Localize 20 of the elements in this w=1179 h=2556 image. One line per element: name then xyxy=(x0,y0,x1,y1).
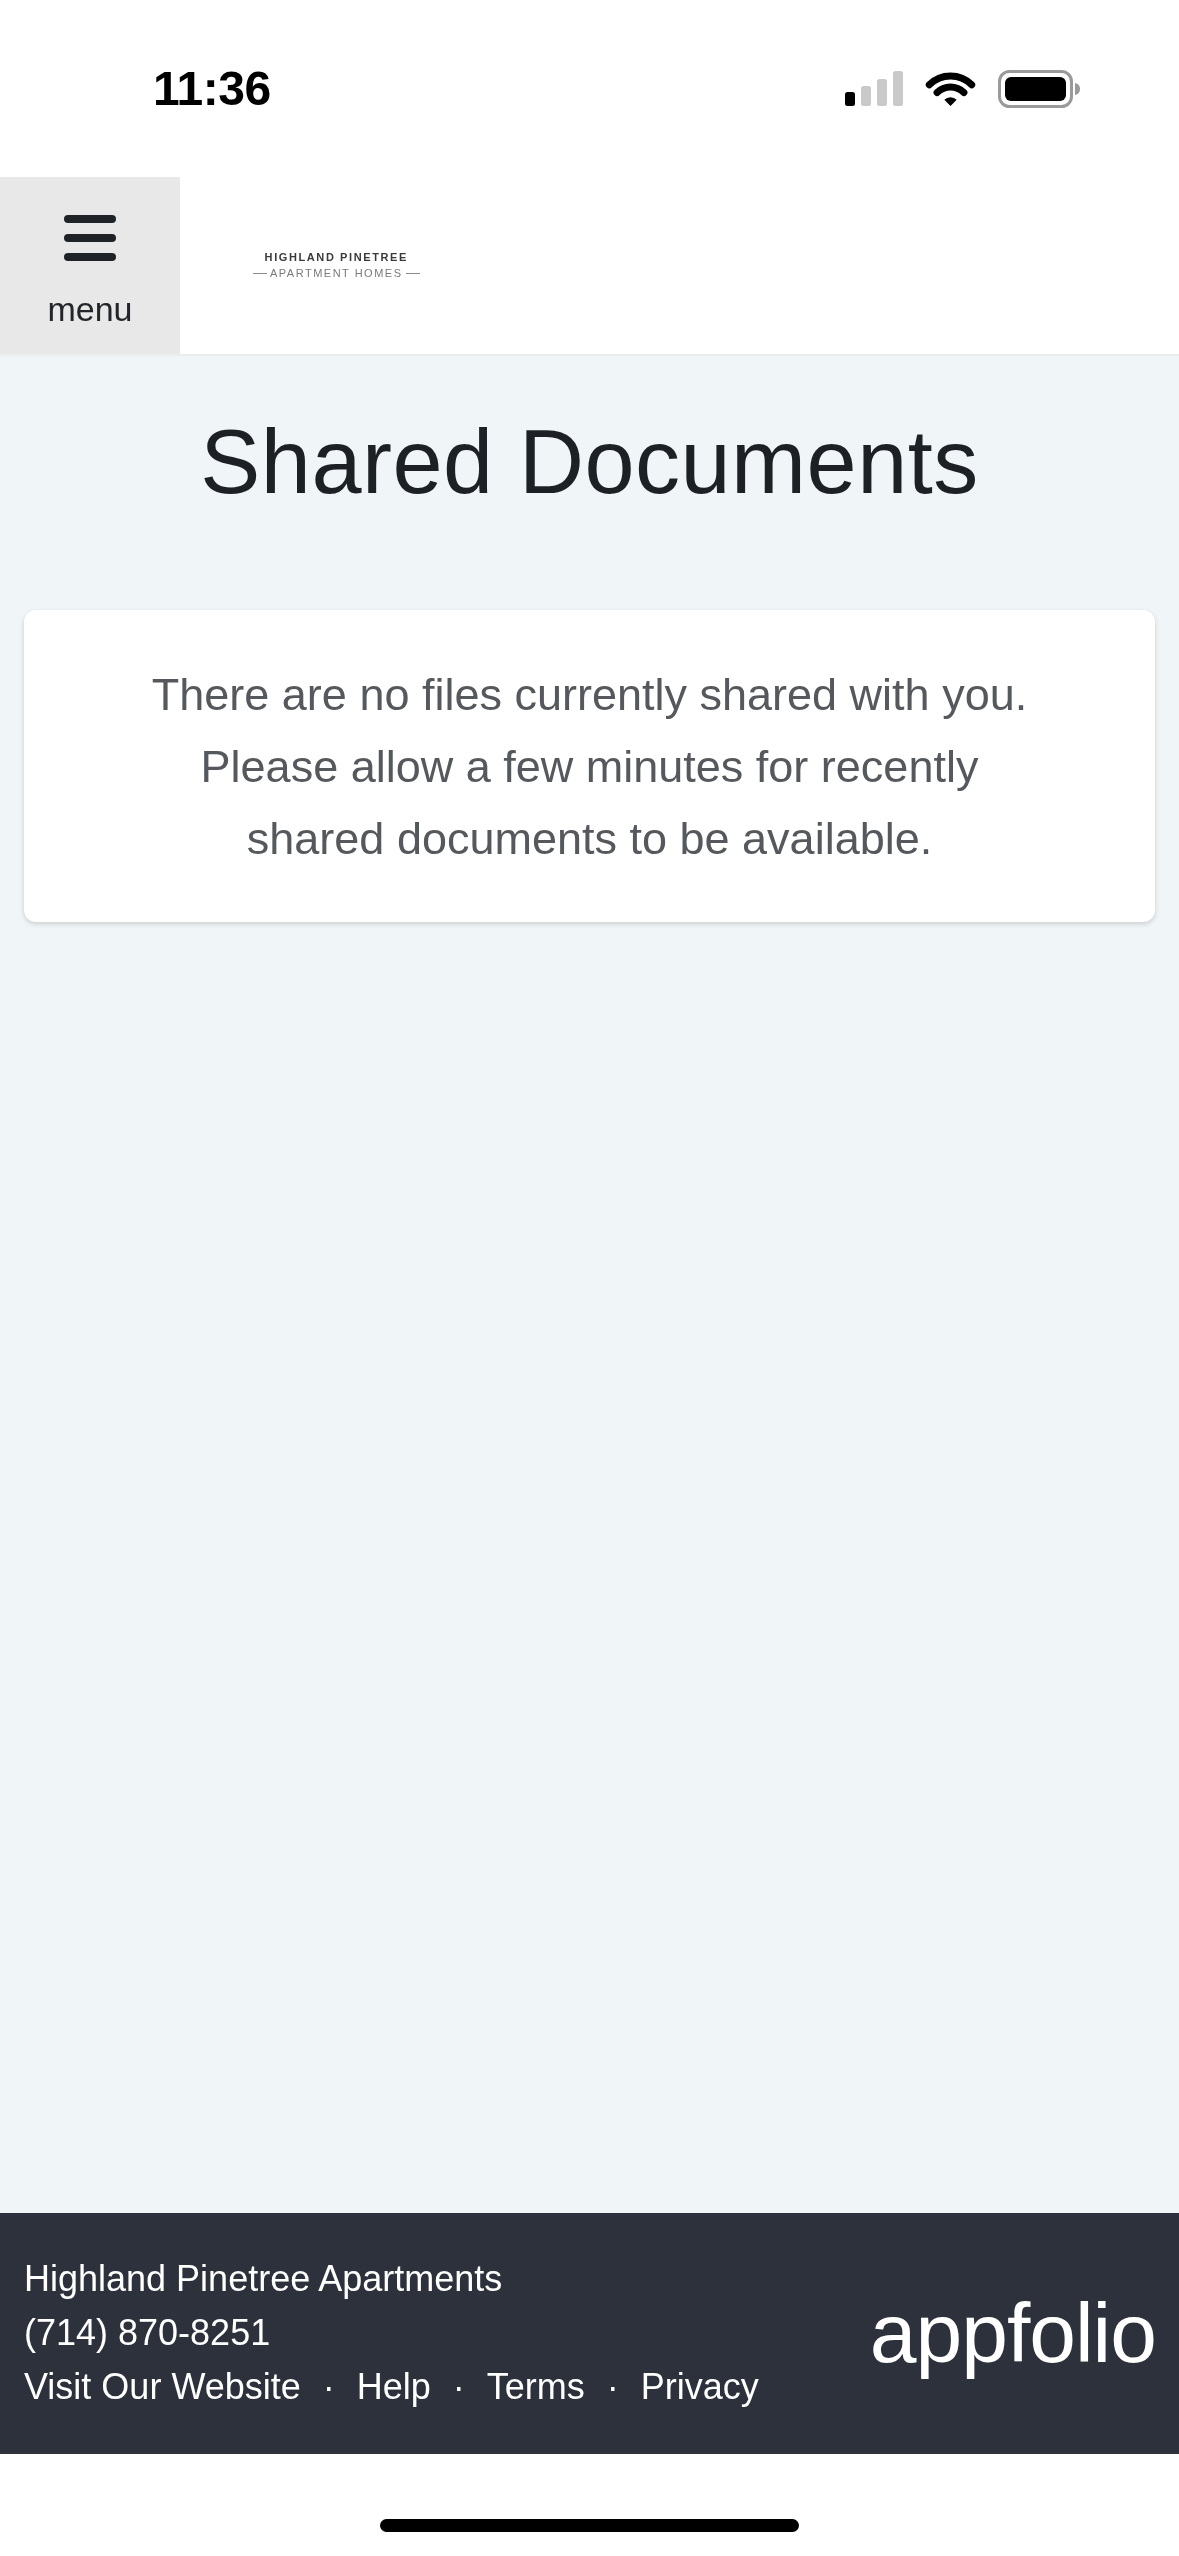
footer-link[interactable]: Help xyxy=(356,2360,431,2414)
signal-icon xyxy=(845,71,903,106)
logo-title: HIGHLAND PINETREE xyxy=(264,251,408,264)
phone-number: (714) 870-8251 xyxy=(24,2311,272,2355)
status-time: 11:36 xyxy=(153,60,271,117)
brand-logo: appfolio xyxy=(869,2288,1156,2378)
link-separator: · xyxy=(322,2365,335,2409)
footer-link[interactable]: Terms xyxy=(486,2360,585,2414)
menu-icon xyxy=(64,215,116,261)
link-separator: · xyxy=(606,2365,619,2409)
menu-button[interactable]: menu xyxy=(0,177,180,354)
footer-link[interactable]: Visit Our Website xyxy=(24,2360,301,2414)
page-title: Shared Documents xyxy=(199,411,980,514)
link-separator: · xyxy=(452,2365,465,2409)
footer-link[interactable]: Privacy xyxy=(640,2360,759,2414)
property-name: Highland Pinetree Apartments xyxy=(24,2257,504,2301)
empty-state-message: There are no files currently shared with you. Please allow a few minutes for recently shared documents to be available. xyxy=(150,668,1029,866)
battery-icon xyxy=(998,69,1080,108)
logo-subtitle: APARTMENT HOMES xyxy=(253,267,420,280)
wifi-icon xyxy=(925,70,976,107)
